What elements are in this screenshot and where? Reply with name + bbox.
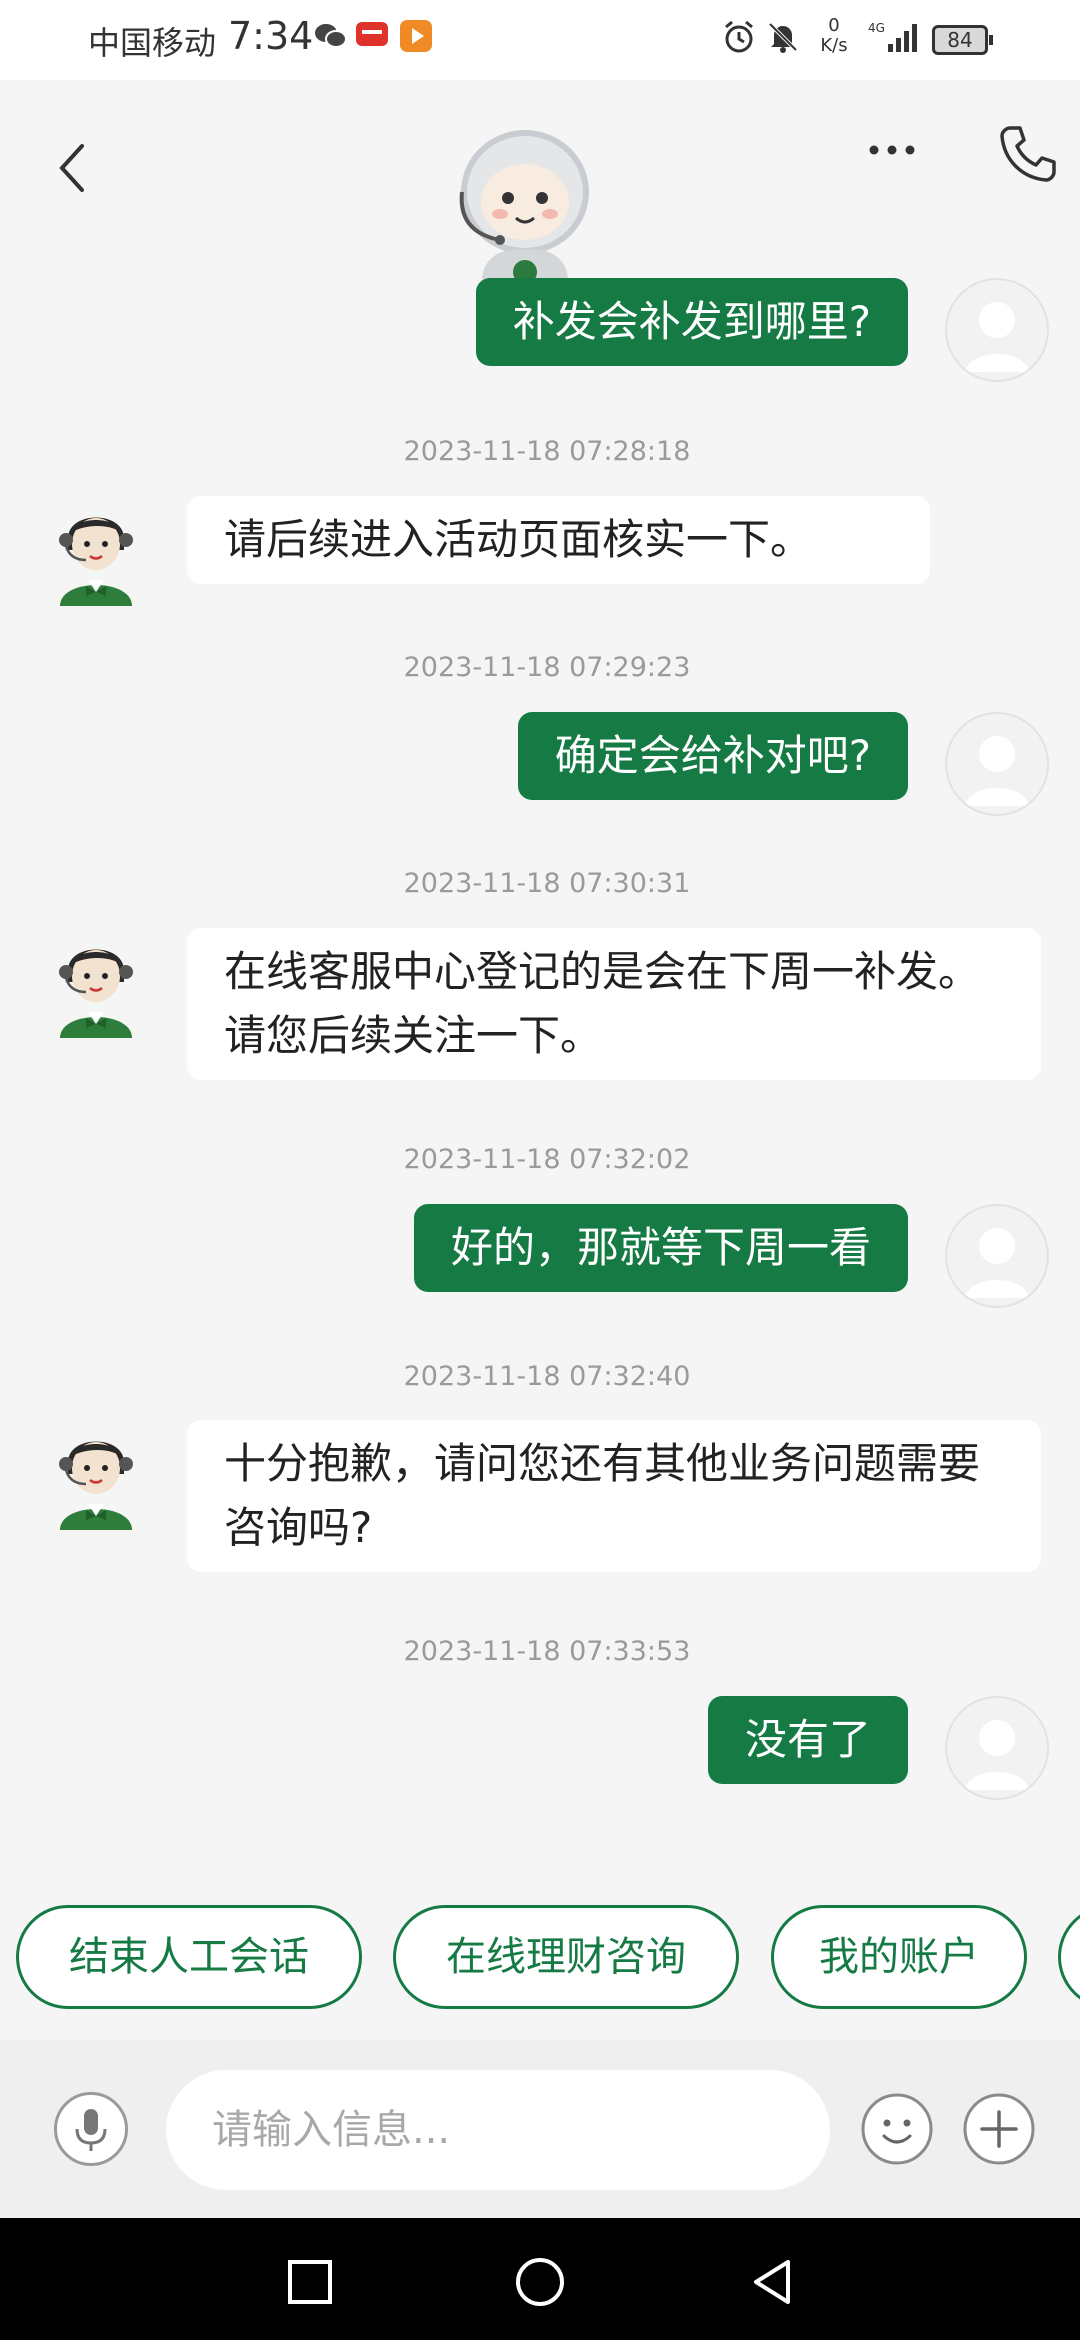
more-dots-icon <box>869 145 915 155</box>
more-actions-button[interactable] <box>962 2092 1036 2166</box>
microphone-icon <box>75 2109 107 2151</box>
status-time: 7:34 <box>228 14 314 58</box>
outgoing-message[interactable]: 好的，那就等下周一看 <box>413 1204 908 1292</box>
incoming-message[interactable]: 请后续进入活动页面核实一下。 <box>187 496 930 584</box>
message-timestamp: 2023-11-18 07:30:31 <box>403 868 691 899</box>
agent-avatar <box>52 1420 140 1530</box>
signal-icon: 4G <box>868 20 922 60</box>
back-triangle-icon[interactable] <box>744 2254 800 2310</box>
more-button[interactable] <box>862 130 922 180</box>
quick-reply-bar: 结束人工会话 在线理财咨询 我的账户 <box>0 1905 1080 2011</box>
message-timestamp: 2023-11-18 07:29:23 <box>403 652 691 683</box>
user-avatar <box>945 1204 1049 1308</box>
outgoing-message[interactable]: 确定会给补对吧? <box>517 712 908 800</box>
net-speed: 0 K/s <box>814 16 854 56</box>
message-timestamp: 2023-11-18 07:33:53 <box>403 1636 691 1667</box>
mute-icon <box>764 18 802 60</box>
plus-icon <box>963 2093 1035 2165</box>
alarm-icon <box>720 18 758 60</box>
battery-indicator: 84 <box>932 25 993 55</box>
call-button[interactable] <box>996 122 1060 186</box>
net-speed-value: 0 <box>828 15 840 36</box>
voice-input-button[interactable] <box>54 2092 128 2166</box>
back-button[interactable] <box>52 138 92 198</box>
chevron-left-icon <box>59 144 84 192</box>
message-input[interactable] <box>166 2070 830 2190</box>
outgoing-message[interactable]: 没有了 <box>707 1696 908 1784</box>
incoming-message[interactable]: 十分抱歉，请问您还有其他业务问题需要咨询吗? <box>187 1420 1041 1572</box>
message-timestamp: 2023-11-18 07:32:40 <box>403 1361 691 1392</box>
quick-reply-more[interactable] <box>1058 1905 1080 2009</box>
app-notification-icon <box>354 18 390 58</box>
message-timestamp: 2023-11-18 07:32:02 <box>403 1144 691 1175</box>
user-avatar <box>945 278 1049 382</box>
user-avatar <box>945 712 1049 816</box>
message-timestamp: 2023-11-18 07:28:18 <box>403 436 691 467</box>
quick-reply-finance-consult[interactable]: 在线理财咨询 <box>393 1905 739 2009</box>
message-input-bar <box>0 2040 1080 2220</box>
quick-reply-end-session[interactable]: 结束人工会话 <box>16 1905 362 2009</box>
video-app-icon <box>398 18 434 58</box>
carrier-name: 中国移动 <box>88 24 217 62</box>
wechat-icon <box>312 18 348 58</box>
chat-header <box>0 80 1080 320</box>
home-icon[interactable] <box>512 2254 568 2310</box>
user-avatar <box>945 1696 1049 1800</box>
agent-avatar <box>52 928 140 1038</box>
incoming-message[interactable]: 在线客服中心登记的是会在下周一补发。请您后续关注一下。 <box>187 928 1041 1080</box>
phone-icon <box>1000 126 1056 182</box>
svg-text:4G: 4G <box>868 21 885 35</box>
status-bar: 中国移动 7:34 0 K/s 4G 84 <box>0 0 1080 80</box>
system-navigation-bar <box>0 2218 1080 2340</box>
net-speed-unit: K/s <box>820 35 848 56</box>
agent-avatar <box>52 496 140 606</box>
emoji-button[interactable] <box>860 2092 934 2166</box>
recent-apps-icon[interactable] <box>282 2254 338 2310</box>
outgoing-message[interactable]: 补发会补发到哪里? <box>475 278 908 366</box>
emoji-icon <box>861 2093 933 2165</box>
quick-reply-my-account[interactable]: 我的账户 <box>771 1905 1027 2009</box>
